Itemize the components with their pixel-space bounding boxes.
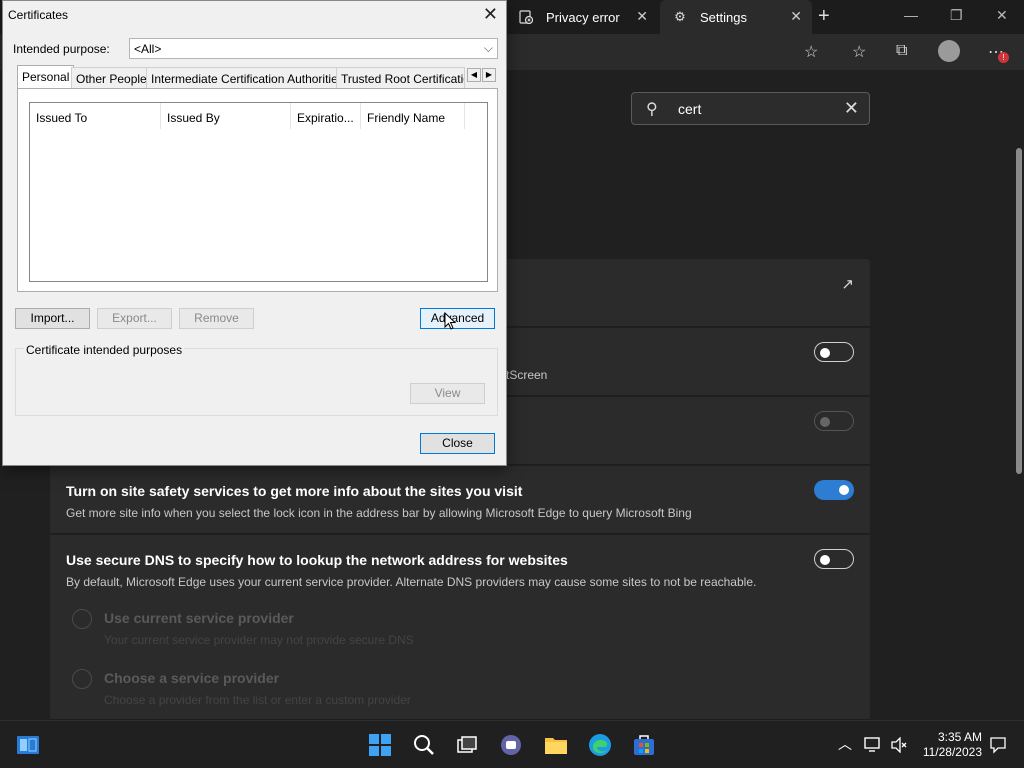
- column-friendly-name[interactable]: Friendly Name: [361, 103, 465, 129]
- import-button[interactable]: Import...: [15, 308, 90, 329]
- tab-intermediate-ca[interactable]: Intermediate Certification Authorities: [146, 67, 349, 89]
- radio-title: Choose a service provider: [104, 670, 280, 686]
- volume-muted-icon[interactable]: [890, 737, 908, 753]
- tab-close-icon[interactable]: ✕: [636, 8, 648, 25]
- export-button[interactable]: Export...: [97, 308, 172, 329]
- disabled-toggle[interactable]: [814, 411, 854, 431]
- notification-badge: !: [998, 52, 1009, 63]
- privacy-error-icon: [518, 9, 534, 25]
- certificate-list[interactable]: Issued To Issued By Expiratio... Friendl…: [29, 102, 488, 282]
- intended-purposes-group: Certificate intended purposes View: [15, 343, 498, 416]
- secure-dns-title: Use secure DNS to specify how to lookup …: [66, 552, 568, 568]
- search-icon[interactable]: [412, 733, 436, 757]
- external-link-icon[interactable]: ↗: [841, 275, 854, 293]
- teams-chat-icon[interactable]: [499, 733, 523, 757]
- clock-date: 11/28/2023: [922, 745, 982, 759]
- close-button[interactable]: Close: [420, 433, 495, 454]
- certificate-tabs: Personal Other People Intermediate Certi…: [17, 65, 497, 89]
- tab-privacy-error[interactable]: Privacy error ✕: [506, 0, 658, 34]
- clock-time: 3:35 AM: [937, 730, 982, 744]
- intended-purpose-select[interactable]: <All> ⌵: [129, 38, 498, 59]
- taskbar: ︿ 3:35 AM 11/28/2023: [0, 720, 1024, 768]
- site-safety-desc: Get more site info when you select the l…: [66, 506, 692, 520]
- profile-avatar[interactable]: [938, 40, 960, 62]
- dialog-title: Certificates: [8, 8, 69, 22]
- intended-purpose-label: Intended purpose:: [13, 42, 110, 56]
- chevron-up-icon[interactable]: ︿: [838, 734, 852, 754]
- chevron-down-icon: ⌵: [483, 41, 493, 55]
- store-icon[interactable]: [632, 733, 656, 757]
- favorites-icon[interactable]: ☆: [852, 42, 866, 62]
- minimize-icon[interactable]: —: [904, 7, 918, 23]
- radio-desc: Your current service provider may not pr…: [104, 633, 414, 647]
- edge-icon[interactable]: [588, 733, 612, 757]
- start-icon[interactable]: [368, 733, 392, 757]
- secure-dns-desc: By default, Microsoft Edge uses your cur…: [66, 575, 757, 589]
- clear-search-icon[interactable]: ✕: [844, 98, 859, 119]
- site-safety-toggle[interactable]: [814, 480, 854, 500]
- advanced-button[interactable]: Advanced: [420, 308, 495, 329]
- intended-purpose-value: <All>: [134, 42, 162, 56]
- tab-other-people[interactable]: Other People: [71, 67, 152, 89]
- widgets-icon[interactable]: [16, 733, 40, 757]
- settings-search-box[interactable]: ⚲ cert ✕: [631, 92, 870, 125]
- dialog-close-icon[interactable]: ✕: [483, 4, 498, 25]
- site-safety-title: Turn on site safety services to get more…: [66, 483, 523, 499]
- tab-scroll-right-icon[interactable]: ▶: [482, 68, 496, 82]
- tab-settings[interactable]: ⚙ Settings ✕: [660, 0, 812, 34]
- scrollbar[interactable]: [1016, 148, 1022, 474]
- settings-card-site-safety: Turn on site safety services to get more…: [50, 466, 870, 534]
- search-input[interactable]: cert: [678, 101, 701, 117]
- new-tab-icon[interactable]: +: [818, 5, 830, 28]
- search-icon: ⚲: [646, 101, 658, 118]
- partial-smartscreen-text: tScreen: [506, 368, 548, 382]
- network-icon[interactable]: [864, 737, 882, 753]
- file-explorer-icon[interactable]: [544, 733, 568, 757]
- tab-panel: Issued To Issued By Expiratio... Friendl…: [17, 88, 498, 292]
- clock[interactable]: 3:35 AM 11/28/2023: [923, 730, 982, 760]
- column-expiration[interactable]: Expiratio...: [291, 103, 361, 129]
- secure-dns-toggle[interactable]: [814, 549, 854, 569]
- radio-desc: Choose a provider from the list or enter…: [104, 693, 411, 707]
- tab-scroll-left-icon[interactable]: ◀: [467, 68, 481, 82]
- task-view-icon[interactable]: [455, 733, 479, 757]
- column-issued-by[interactable]: Issued By: [161, 103, 291, 129]
- gear-icon: ⚙: [674, 9, 686, 24]
- radio-button[interactable]: [72, 609, 92, 629]
- remove-button[interactable]: Remove: [179, 308, 254, 329]
- add-favorite-icon[interactable]: ☆: [804, 42, 818, 62]
- tab-personal[interactable]: Personal: [17, 65, 75, 89]
- mouse-cursor-icon: [444, 312, 456, 330]
- tab-trusted-root[interactable]: Trusted Root Certification: [336, 67, 465, 89]
- tab-title: Privacy error: [546, 9, 620, 25]
- certificates-dialog: Certificates ✕ Intended purpose: <All> ⌵…: [2, 0, 507, 466]
- intended-purposes-label: Certificate intended purposes: [24, 343, 185, 357]
- radio-button[interactable]: [72, 669, 92, 689]
- restore-icon[interactable]: ❐: [950, 7, 963, 24]
- column-issued-to[interactable]: Issued To: [30, 103, 161, 129]
- collections-icon[interactable]: ⧉: [896, 42, 907, 60]
- view-button[interactable]: View: [410, 383, 485, 404]
- radio-title: Use current service provider: [104, 610, 294, 626]
- smartscreen-toggle[interactable]: [814, 342, 854, 362]
- window-close-icon[interactable]: ✕: [996, 7, 1008, 24]
- tab-title: Settings: [700, 9, 747, 25]
- notifications-icon[interactable]: [989, 736, 1007, 754]
- tab-close-icon[interactable]: ✕: [790, 8, 802, 25]
